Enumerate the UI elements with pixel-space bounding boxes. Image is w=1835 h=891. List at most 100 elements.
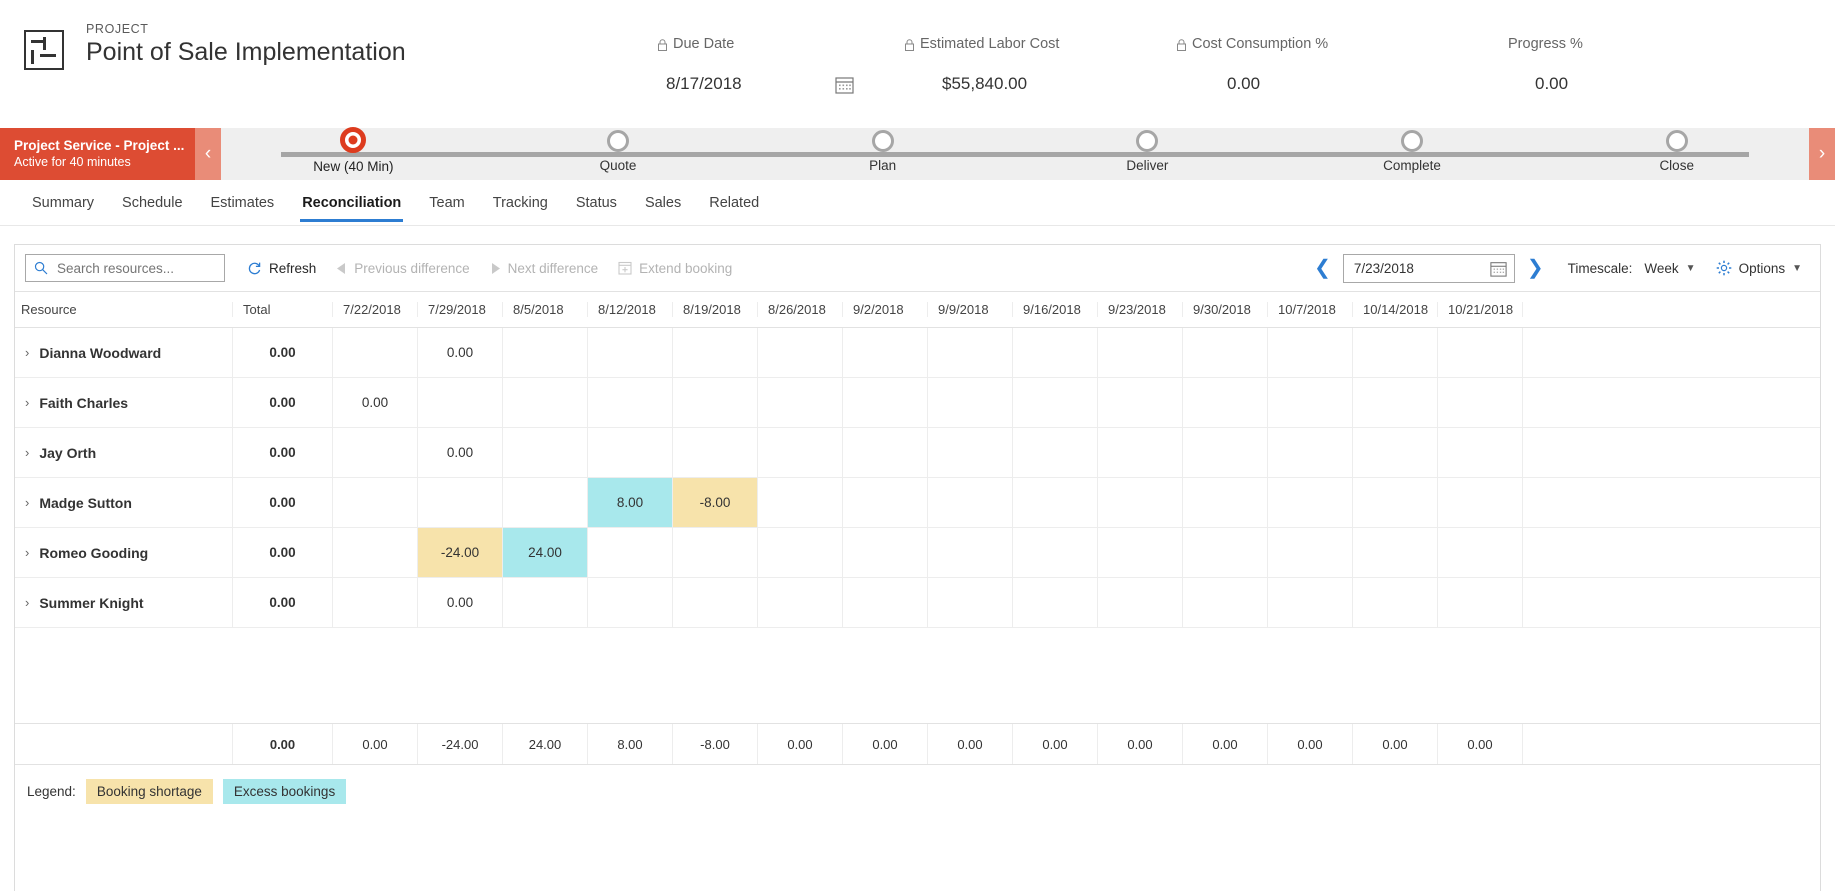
week-value-cell[interactable] bbox=[1353, 528, 1438, 577]
chevron-right-icon[interactable]: › bbox=[25, 445, 29, 460]
week-value-cell[interactable] bbox=[758, 378, 843, 427]
tab-schedule[interactable]: Schedule bbox=[108, 180, 196, 226]
week-value-cell[interactable] bbox=[1353, 578, 1438, 627]
bpf-stage-new[interactable]: New (40 Min) bbox=[221, 126, 486, 174]
week-value-cell[interactable] bbox=[1013, 478, 1098, 527]
week-value-cell[interactable] bbox=[843, 378, 928, 427]
week-value-cell[interactable] bbox=[843, 578, 928, 627]
chevron-right-icon[interactable]: › bbox=[25, 545, 29, 560]
week-value-cell[interactable]: 0.00 bbox=[418, 578, 503, 627]
timescale-selector[interactable]: Week ▼ bbox=[1644, 261, 1695, 276]
table-row[interactable]: › Madge Sutton 0.00 8.00 -8.00 bbox=[15, 478, 1820, 528]
tab-summary[interactable]: Summary bbox=[18, 180, 108, 226]
week-value-cell[interactable] bbox=[1353, 478, 1438, 527]
week-value-cell[interactable] bbox=[928, 528, 1013, 577]
week-value-cell[interactable] bbox=[1353, 428, 1438, 477]
bpf-next-button[interactable]: › bbox=[1809, 128, 1835, 180]
week-value-cell[interactable] bbox=[1268, 578, 1353, 627]
tab-estimates[interactable]: Estimates bbox=[197, 180, 289, 226]
resource-name-cell[interactable]: › Dianna Woodward bbox=[15, 328, 233, 377]
table-row[interactable]: › Jay Orth 0.00 0.00 bbox=[15, 428, 1820, 478]
search-resources-box[interactable] bbox=[25, 254, 225, 282]
date-next-button[interactable]: ❯ bbox=[1515, 258, 1556, 278]
week-value-cell[interactable] bbox=[758, 478, 843, 527]
week-value-cell[interactable] bbox=[1183, 578, 1268, 627]
week-value-cell[interactable] bbox=[1098, 378, 1183, 427]
week-value-cell[interactable]: 0.00 bbox=[418, 428, 503, 477]
resource-name-cell[interactable]: › Romeo Gooding bbox=[15, 528, 233, 577]
next-difference-button[interactable]: Next difference bbox=[480, 252, 609, 284]
tab-status[interactable]: Status bbox=[562, 180, 631, 226]
week-value-cell[interactable] bbox=[928, 578, 1013, 627]
week-value-cell[interactable] bbox=[1268, 428, 1353, 477]
week-value-cell[interactable] bbox=[758, 428, 843, 477]
week-value-cell[interactable] bbox=[928, 378, 1013, 427]
week-value-cell[interactable] bbox=[588, 378, 673, 427]
chevron-right-icon[interactable]: › bbox=[25, 345, 29, 360]
calendar-icon[interactable] bbox=[1490, 260, 1507, 277]
week-value-cell[interactable] bbox=[1013, 378, 1098, 427]
week-value-cell[interactable] bbox=[1438, 528, 1523, 577]
week-value-cell[interactable] bbox=[1098, 428, 1183, 477]
week-value-cell[interactable] bbox=[928, 428, 1013, 477]
week-value-cell[interactable] bbox=[1013, 328, 1098, 377]
tab-related[interactable]: Related bbox=[695, 180, 773, 226]
week-value-cell[interactable] bbox=[1183, 378, 1268, 427]
week-value-cell[interactable] bbox=[588, 528, 673, 577]
week-value-cell[interactable] bbox=[418, 478, 503, 527]
week-value-cell[interactable] bbox=[1183, 428, 1268, 477]
week-value-cell[interactable] bbox=[333, 578, 418, 627]
tab-team[interactable]: Team bbox=[415, 180, 478, 226]
week-value-cell[interactable] bbox=[333, 428, 418, 477]
tab-tracking[interactable]: Tracking bbox=[479, 180, 562, 226]
resource-name-cell[interactable]: › Madge Sutton bbox=[15, 478, 233, 527]
week-value-cell[interactable] bbox=[1438, 428, 1523, 477]
resource-name-cell[interactable]: › Summer Knight bbox=[15, 578, 233, 627]
week-value-cell[interactable] bbox=[503, 328, 588, 377]
search-input[interactable] bbox=[55, 259, 216, 277]
week-value-cell[interactable] bbox=[1438, 328, 1523, 377]
week-value-cell[interactable] bbox=[503, 478, 588, 527]
week-value-cell[interactable] bbox=[333, 528, 418, 577]
week-value-cell[interactable] bbox=[588, 578, 673, 627]
week-value-cell[interactable] bbox=[928, 478, 1013, 527]
week-value-cell[interactable]: 0.00 bbox=[333, 378, 418, 427]
week-value-cell[interactable]: 8.00 bbox=[588, 478, 673, 527]
week-value-cell[interactable] bbox=[1098, 478, 1183, 527]
week-value-cell[interactable] bbox=[1268, 378, 1353, 427]
week-value-cell[interactable] bbox=[1438, 478, 1523, 527]
week-value-cell[interactable] bbox=[1098, 528, 1183, 577]
week-value-cell[interactable] bbox=[843, 478, 928, 527]
week-value-cell[interactable] bbox=[1098, 328, 1183, 377]
calendar-icon[interactable] bbox=[835, 75, 854, 94]
week-value-cell[interactable] bbox=[1013, 428, 1098, 477]
chevron-right-icon[interactable]: › bbox=[25, 595, 29, 610]
week-value-cell[interactable] bbox=[843, 428, 928, 477]
tab-reconciliation[interactable]: Reconciliation bbox=[288, 180, 415, 226]
bpf-stage-plan[interactable]: Plan bbox=[750, 130, 1015, 173]
week-value-cell[interactable] bbox=[758, 328, 843, 377]
week-value-cell[interactable] bbox=[843, 528, 928, 577]
week-value-cell[interactable] bbox=[1013, 528, 1098, 577]
bpf-stage-close[interactable]: Close bbox=[1544, 130, 1809, 173]
week-value-cell[interactable] bbox=[503, 578, 588, 627]
week-value-cell[interactable]: -8.00 bbox=[673, 478, 758, 527]
tab-sales[interactable]: Sales bbox=[631, 180, 695, 226]
date-picker[interactable]: 7/23/2018 bbox=[1342, 253, 1515, 283]
table-row[interactable]: › Summer Knight 0.00 0.00 bbox=[15, 578, 1820, 628]
week-value-cell[interactable]: 24.00 bbox=[503, 528, 588, 577]
week-value-cell[interactable] bbox=[758, 578, 843, 627]
previous-difference-button[interactable]: Previous difference bbox=[326, 252, 479, 284]
week-value-cell[interactable] bbox=[418, 378, 503, 427]
week-value-cell[interactable] bbox=[503, 428, 588, 477]
week-value-cell[interactable] bbox=[673, 578, 758, 627]
week-value-cell[interactable] bbox=[1013, 578, 1098, 627]
bpf-previous-button[interactable]: ‹ bbox=[195, 128, 221, 180]
resource-name-cell[interactable]: › Jay Orth bbox=[15, 428, 233, 477]
week-value-cell[interactable]: 0.00 bbox=[418, 328, 503, 377]
refresh-button[interactable]: Refresh bbox=[237, 252, 326, 284]
options-button[interactable]: Options ▼ bbox=[1716, 260, 1810, 276]
bpf-stage-quote[interactable]: Quote bbox=[486, 130, 751, 173]
bpf-stage-complete[interactable]: Complete bbox=[1280, 130, 1545, 173]
chevron-right-icon[interactable]: › bbox=[25, 495, 29, 510]
